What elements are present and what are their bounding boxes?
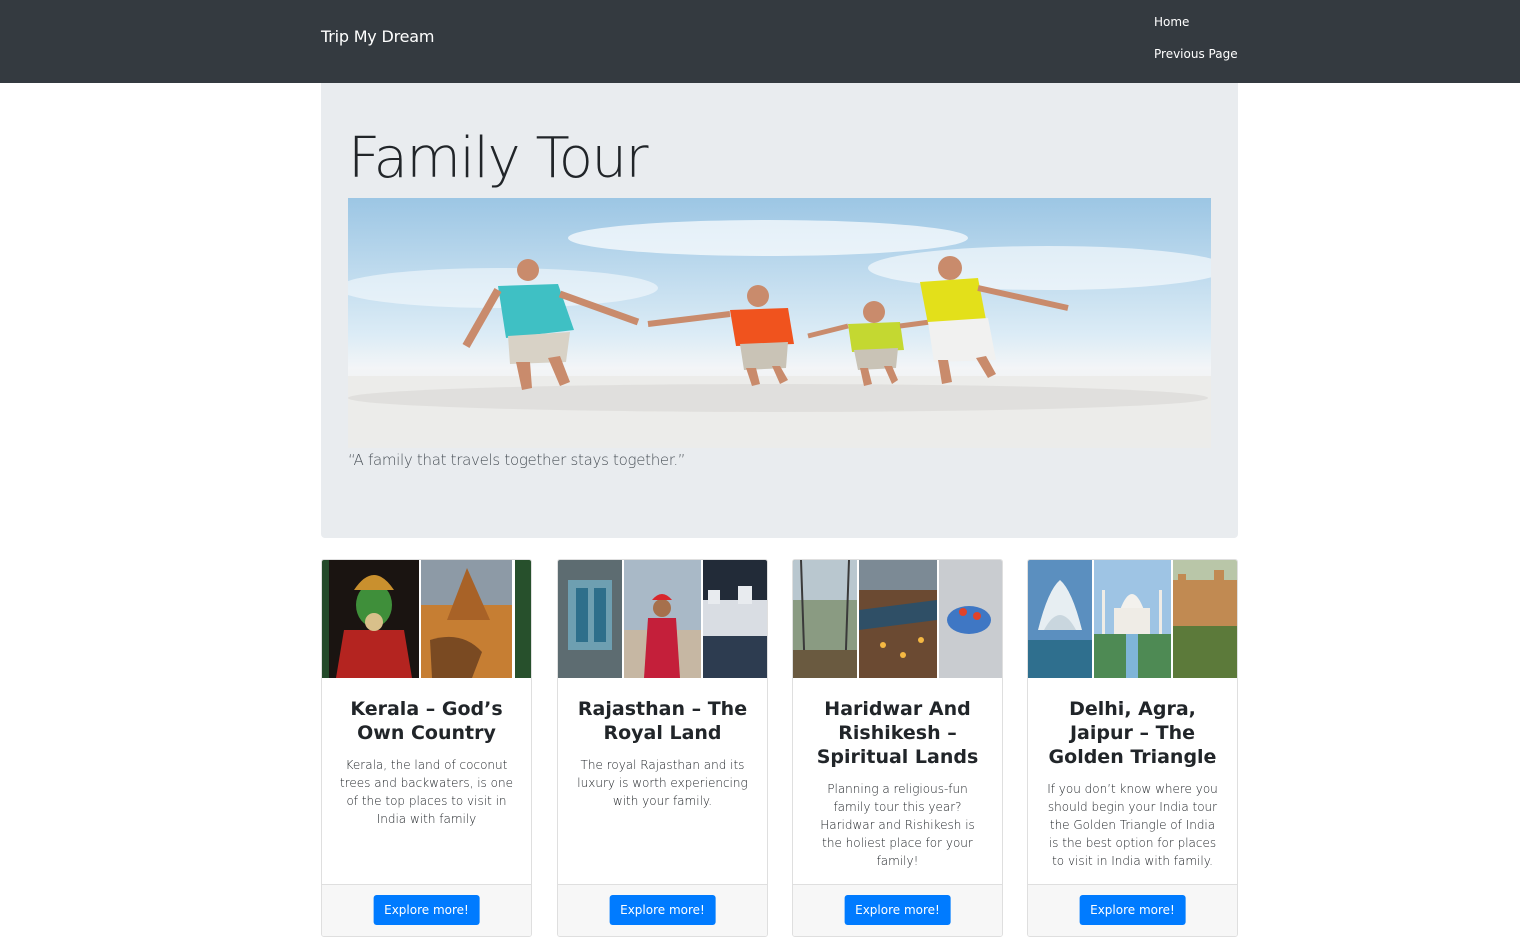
family-beach-photo: [348, 198, 1211, 448]
card-title: Kerala – God’s Own Country: [350, 698, 503, 744]
golden-triangle-collage-photo: [1028, 560, 1237, 678]
card-footer: Explore more!: [1028, 884, 1237, 936]
card-text: The royal Rajasthan and its luxury is wo…: [577, 758, 748, 808]
card-footer: Explore more!: [558, 884, 767, 936]
kerala-collage-photo: [322, 560, 531, 678]
hero-quote: “A family that travels together stays to…: [348, 451, 686, 469]
card-rajasthan: Rajasthan – The Royal Land The royal Raj…: [557, 559, 768, 937]
explore-more-button[interactable]: Explore more!: [844, 895, 951, 925]
card-kerala: Kerala – God’s Own Country Kerala, the l…: [321, 559, 532, 937]
card-text: Kerala, the land of coconut trees and ba…: [340, 758, 513, 826]
hero-jumbotron: Family Tour “A family that travels toget…: [321, 83, 1238, 538]
card-haridwar-rishikesh: Haridwar And Rishikesh – Spiritual Lands…: [792, 559, 1003, 937]
card-title: Delhi, Agra, Jaipur – The Golden Triangl…: [1048, 698, 1217, 768]
explore-more-button[interactable]: Explore more!: [373, 895, 480, 925]
card-text: Planning a religious-fun family tour thi…: [820, 782, 975, 868]
card-title: Haridwar And Rishikesh – Spiritual Lands: [816, 698, 979, 768]
card-footer: Explore more!: [322, 884, 531, 936]
explore-more-button[interactable]: Explore more!: [609, 895, 716, 925]
card-footer: Explore more!: [793, 884, 1002, 936]
brand-link[interactable]: Trip My Dream: [321, 26, 434, 48]
explore-more-button[interactable]: Explore more!: [1079, 895, 1186, 925]
rajasthan-collage-photo: [558, 560, 767, 678]
top-navbar: Trip My Dream Home Previous Page: [0, 0, 1520, 83]
nav-link-home[interactable]: Home: [1154, 14, 1189, 30]
card-title: Rajasthan – The Royal Land: [577, 698, 748, 744]
page-title: Family Tour: [348, 126, 648, 191]
nav-link-previous-page[interactable]: Previous Page: [1154, 46, 1238, 62]
haridwar-collage-photo: [793, 560, 1002, 678]
card-golden-triangle: Delhi, Agra, Jaipur – The Golden Triangl…: [1027, 559, 1238, 937]
card-text: If you don’t know where you should begin…: [1047, 782, 1218, 868]
